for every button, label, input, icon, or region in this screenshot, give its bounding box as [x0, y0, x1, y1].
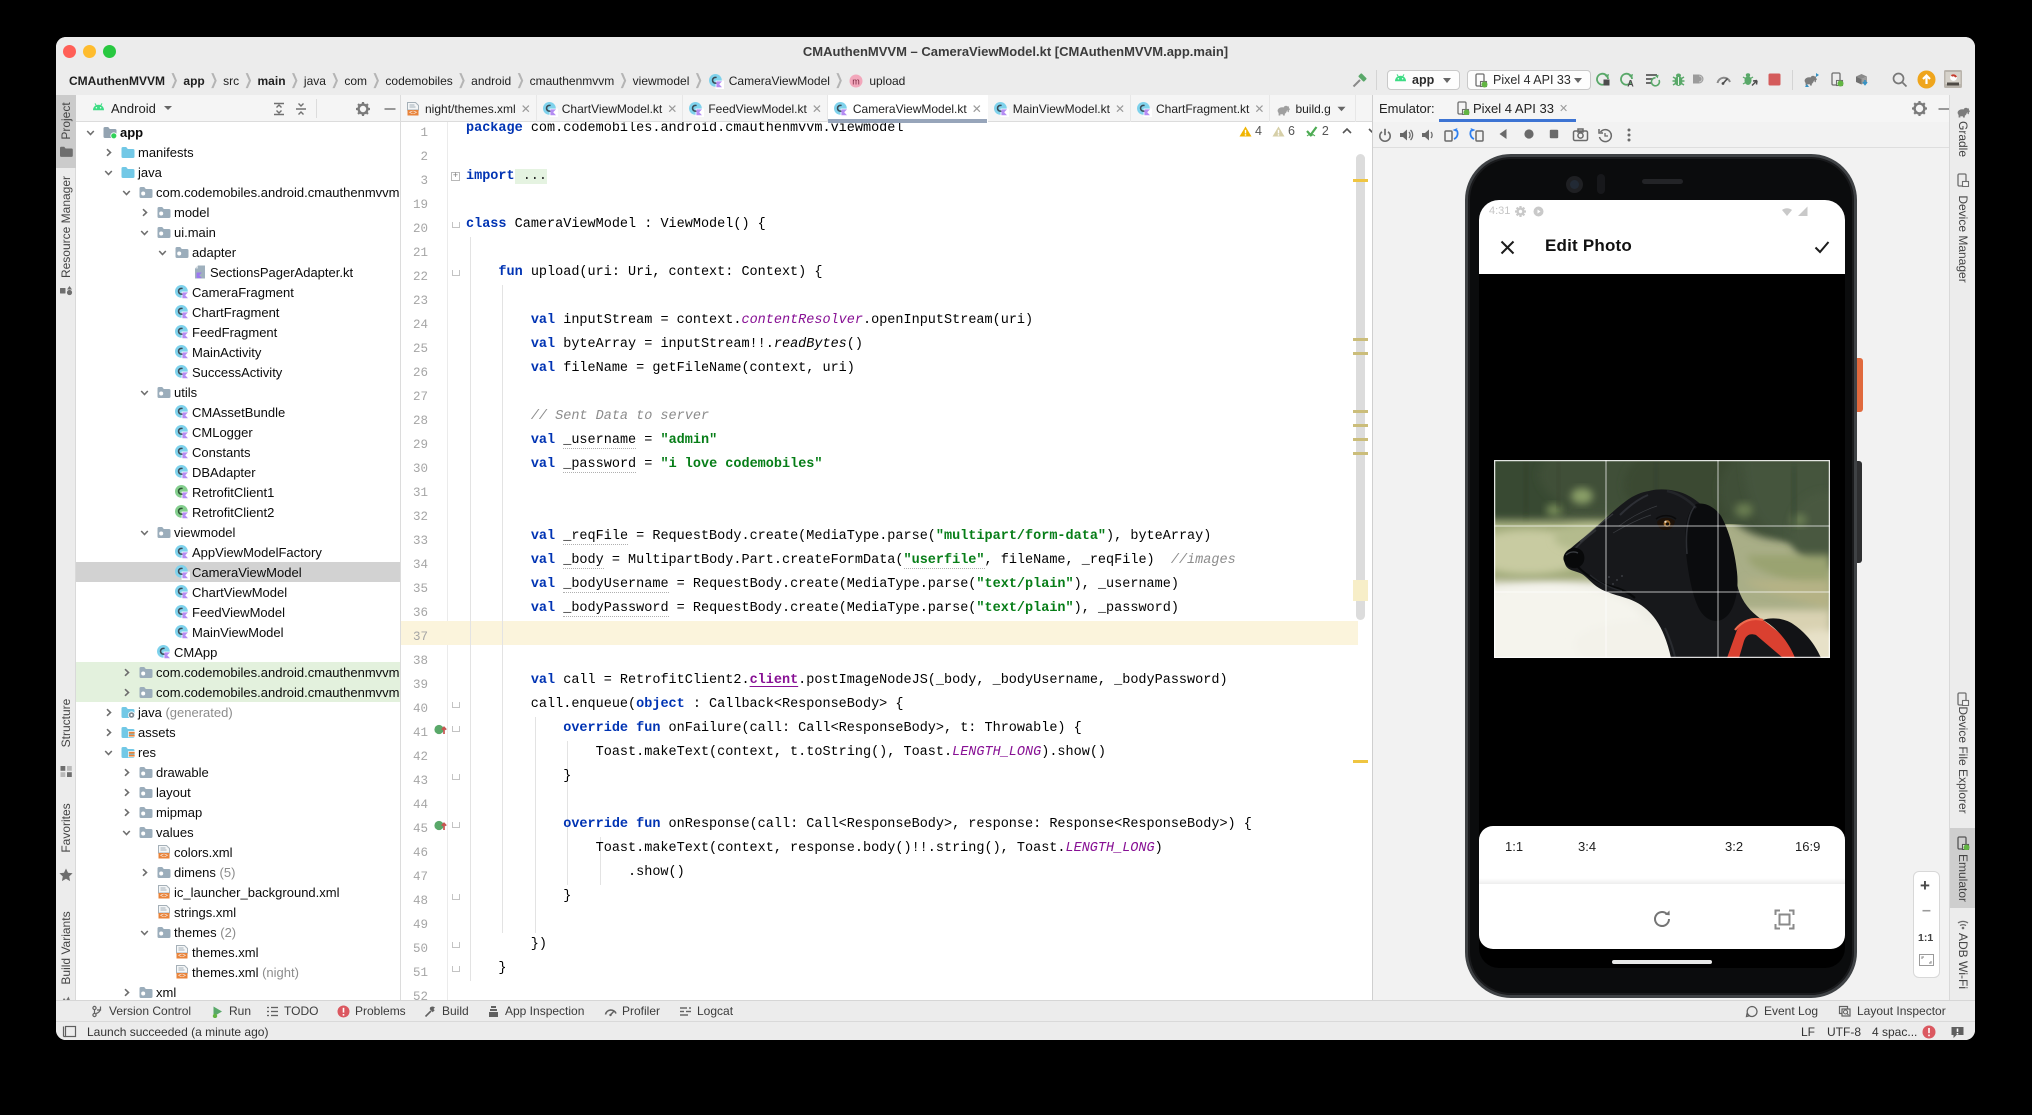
svg-text:<>: <>: [409, 109, 417, 116]
svg-text:<>: <>: [160, 893, 168, 900]
svg-text:m: m: [853, 76, 861, 86]
svg-text:<>: <>: [178, 973, 186, 980]
svg-text:A: A: [1627, 79, 1634, 89]
svg-text:<>: <>: [160, 913, 168, 920]
svg-text:<>: <>: [160, 853, 168, 860]
svg-text:<>: <>: [178, 953, 186, 960]
